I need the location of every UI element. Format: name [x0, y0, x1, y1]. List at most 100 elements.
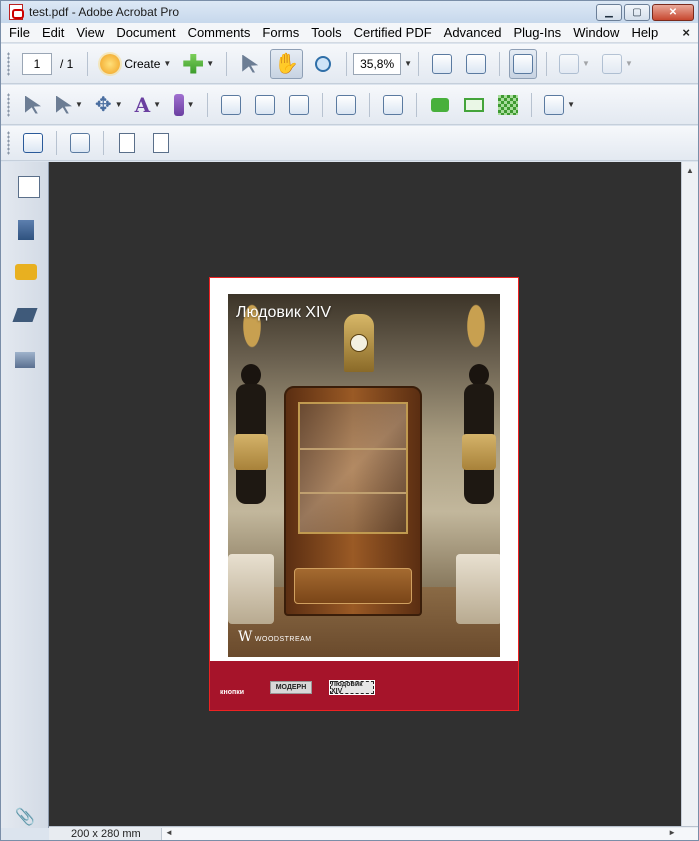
fit-page-button[interactable]: [462, 49, 490, 79]
sidebar-button[interactable]: ▼: [541, 90, 578, 120]
zoom-icon: [315, 55, 332, 72]
filter-icon: [336, 94, 357, 115]
text-touchup-button[interactable]: A ▼: [132, 90, 164, 120]
menu-plug-ins[interactable]: Plug-Ins: [507, 25, 567, 40]
chevron-down-icon: ▼: [163, 59, 172, 68]
form-button-tool[interactable]: [251, 90, 279, 120]
form-checkbox-button[interactable]: [217, 90, 245, 120]
ludovic-button[interactable]: Людовик XIV: [329, 680, 375, 695]
combine-icon: [183, 53, 204, 74]
form-button-icon: [255, 94, 276, 115]
email-icon: [464, 97, 485, 112]
mantel-clock: [344, 314, 374, 372]
filter-button[interactable]: [332, 90, 360, 120]
comment-icon: [431, 97, 450, 112]
menu-tools[interactable]: Tools: [305, 25, 347, 40]
fit-width-button[interactable]: [428, 49, 456, 79]
attachments-icon[interactable]: 📎: [15, 807, 35, 827]
link-tool-button[interactable]: ▼: [53, 90, 86, 120]
page-box-button[interactable]: [113, 128, 141, 158]
signatures-icon[interactable]: [15, 352, 35, 368]
pdf-page: Людовик XIV W WOODSTREAM кнопки МОДЕРН Лю…: [209, 277, 519, 711]
scroll-left-icon[interactable]: ◄: [165, 828, 173, 837]
menu-help[interactable]: Help: [625, 25, 664, 40]
status-bar: 200 x 280 mm ◄ ►: [49, 826, 698, 840]
menu-view[interactable]: View: [70, 25, 110, 40]
comment-button[interactable]: [426, 90, 454, 120]
two-up-button[interactable]: [509, 48, 538, 79]
move-icon: ✥: [94, 94, 112, 116]
chevron-down-icon: ▼: [206, 59, 215, 68]
create-icon: [100, 53, 121, 74]
layers-icon[interactable]: [12, 308, 38, 322]
zoom-tool-button[interactable]: [309, 49, 337, 79]
chevron-down-icon: ▼: [75, 100, 83, 109]
minimize-button[interactable]: ▁: [596, 4, 622, 21]
chevron-down-icon: ▼: [582, 59, 590, 68]
acrobat-window: test.pdf - Adobe Acrobat Pro ▁ ▢ ✕ File …: [0, 0, 699, 841]
text-touchup-icon: A: [134, 92, 151, 117]
statue-left: [228, 364, 274, 624]
toolbar-separator: [499, 51, 501, 76]
toolbar-grip[interactable]: [7, 131, 10, 155]
toolbar-separator: [207, 92, 209, 117]
toolbar-separator: [87, 51, 89, 76]
chevron-down-icon: ▼: [114, 100, 123, 109]
close-button[interactable]: ✕: [652, 4, 694, 21]
window-title: test.pdf - Adobe Acrobat Pro: [29, 5, 180, 19]
candelabra-right: [456, 294, 496, 374]
toolbar-separator: [322, 92, 324, 117]
toolbar-grip[interactable]: [7, 92, 10, 117]
email-button[interactable]: [460, 90, 488, 120]
bookmarks-icon[interactable]: [18, 220, 34, 240]
toolbar-separator: [56, 131, 57, 155]
create-button[interactable]: Create ▼: [97, 49, 174, 79]
form-image-button[interactable]: [285, 90, 313, 120]
toolbar-separator: [103, 131, 104, 155]
chevron-down-icon: ▼: [186, 100, 195, 109]
menu-forms[interactable]: Forms: [256, 25, 305, 40]
pages-icon[interactable]: [18, 176, 40, 198]
select-text-button[interactable]: [236, 49, 264, 79]
comments-icon[interactable]: [15, 264, 37, 280]
crop-pages-button[interactable]: [379, 90, 407, 120]
forward-button[interactable]: ▼: [599, 49, 636, 79]
page-number-input[interactable]: 1: [22, 52, 52, 75]
replace-pages-button[interactable]: [147, 128, 175, 158]
footer-label: кнопки: [220, 689, 245, 696]
scroll-up-icon[interactable]: ▲: [682, 162, 698, 178]
footer-band: кнопки МОДЕРН Людовик XIV: [210, 661, 518, 710]
pattern-button[interactable]: [494, 90, 522, 120]
link-tool-icon: [56, 95, 72, 114]
hand-tool-button[interactable]: ✋: [270, 48, 304, 79]
menu-file[interactable]: File: [1, 25, 36, 40]
menu-certified-pdf[interactable]: Certified PDF: [348, 25, 438, 40]
crop-tool-button[interactable]: [19, 128, 47, 158]
close-document-button[interactable]: ×: [682, 25, 690, 40]
select-object-button[interactable]: [19, 90, 47, 120]
menu-window[interactable]: Window: [567, 25, 625, 40]
scroll-right-icon[interactable]: ►: [668, 828, 676, 837]
menu-document[interactable]: Document: [110, 25, 181, 40]
maximize-button[interactable]: ▢: [624, 4, 650, 21]
menu-edit[interactable]: Edit: [36, 25, 70, 40]
toolbar-grip[interactable]: [7, 51, 10, 76]
edit-form-button[interactable]: [66, 128, 94, 158]
zoom-dropdown-icon[interactable]: ▼: [404, 59, 412, 68]
horizontal-scrollbar[interactable]: ◄ ►: [161, 827, 698, 840]
pdf-app-icon: [9, 4, 24, 20]
menu-advanced[interactable]: Advanced: [438, 25, 508, 40]
chevron-down-icon: ▼: [567, 100, 575, 109]
zoom-input[interactable]: 35,8%: [353, 52, 402, 75]
toolbar-separator: [369, 92, 371, 117]
menu-comments[interactable]: Comments: [182, 25, 257, 40]
back-button[interactable]: ▼: [556, 49, 593, 79]
combine-button[interactable]: ▼: [180, 49, 217, 79]
toolbar-separator: [546, 51, 548, 76]
crop-icon: [383, 94, 404, 115]
vertical-scrollbar[interactable]: ▲: [681, 162, 698, 828]
move-button[interactable]: ✥ ▼: [92, 90, 126, 120]
statue-right: [456, 364, 500, 624]
pen-tool-button[interactable]: ▼: [170, 90, 198, 120]
modern-button[interactable]: МОДЕРН: [270, 681, 312, 694]
